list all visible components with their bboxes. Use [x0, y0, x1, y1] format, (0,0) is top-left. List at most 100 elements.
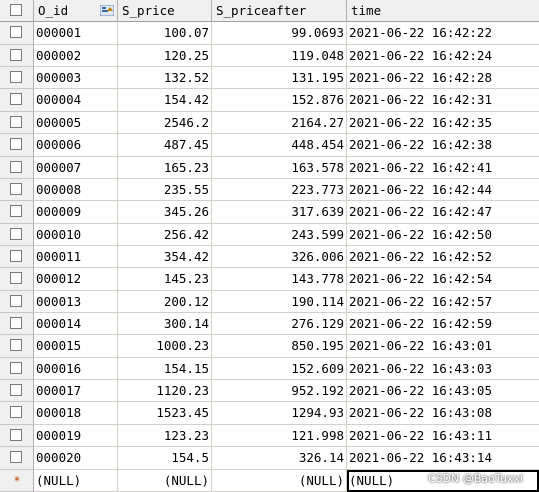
cell-s-price[interactable]: 300.14: [118, 313, 212, 336]
table-row[interactable]: 000002 120.25 119.048 2021-06-22 16:42:24: [0, 44, 539, 68]
cell-s-priceafter[interactable]: 190.114: [212, 290, 347, 314]
cell-o-id[interactable]: (NULL): [34, 469, 118, 492]
cell-s-price[interactable]: 235.55: [118, 178, 212, 202]
cell-s-priceafter[interactable]: 850.195: [212, 335, 347, 358]
row-checkbox[interactable]: [10, 160, 22, 173]
select-all-cell[interactable]: [0, 0, 34, 23]
cell-o-id[interactable]: 000014: [34, 313, 118, 336]
row-checkbox[interactable]: [10, 71, 22, 84]
table-row[interactable]: 000004 154.42 152.876 2021-06-22 16:42:31: [0, 89, 539, 112]
column-header-s-price[interactable]: S_price: [118, 0, 212, 23]
cell-s-price[interactable]: 123.23: [118, 424, 212, 448]
cell-time[interactable]: 2021-06-22 16:42:50: [347, 224, 539, 246]
table-row[interactable]: 000014 300.14 276.129 2021-06-22 16:42:59: [0, 313, 539, 336]
row-checkbox[interactable]: [10, 294, 22, 307]
new-row-selector[interactable]: *: [0, 469, 34, 492]
table-row[interactable]: 000006 487.45 448.454 2021-06-22 16:42:38: [0, 134, 539, 157]
row-selector[interactable]: [0, 156, 34, 179]
table-row[interactable]: 000011 354.42 326.006 2021-06-22 16:42:52: [0, 245, 539, 269]
row-selector[interactable]: [0, 357, 34, 381]
table-row[interactable]: 000007 165.23 163.578 2021-06-22 16:42:41: [0, 156, 539, 179]
table-row[interactable]: 000008 235.55 223.773 2021-06-22 16:42:44: [0, 178, 539, 202]
cell-s-price[interactable]: 1000.23: [118, 335, 212, 358]
cell-time[interactable]: 2021-06-22 16:42:59: [347, 313, 539, 336]
cell-o-id[interactable]: 000018: [34, 402, 118, 425]
row-selector[interactable]: [0, 134, 34, 157]
cell-time[interactable]: 2021-06-22 16:42:35: [347, 112, 539, 135]
row-checkbox[interactable]: [10, 182, 22, 195]
cell-s-priceafter[interactable]: (NULL): [212, 469, 347, 492]
cell-s-price[interactable]: 2546.2: [118, 111, 212, 135]
cell-o-id[interactable]: 000008: [34, 178, 118, 202]
cell-s-priceafter[interactable]: 152.876: [212, 89, 347, 112]
cell-time[interactable]: 2021-06-22 16:42:38: [347, 134, 539, 157]
cell-s-priceafter[interactable]: 152.609: [212, 357, 347, 381]
cell-s-price[interactable]: (NULL): [118, 469, 212, 492]
cell-time[interactable]: 2021-06-22 16:43:01: [347, 335, 539, 358]
table-row[interactable]: 000012 145.23 143.778 2021-06-22 16:42:54: [0, 268, 539, 291]
column-header-s-priceafter[interactable]: S_priceafter: [212, 0, 347, 23]
row-checkbox[interactable]: [10, 138, 22, 151]
cell-time[interactable]: 2021-06-22 16:43:14: [347, 447, 539, 470]
cell-s-priceafter[interactable]: 223.773: [212, 178, 347, 202]
row-selector[interactable]: [0, 201, 34, 224]
cell-time[interactable]: 2021-06-22 16:42:44: [347, 179, 539, 202]
row-selector[interactable]: [0, 402, 34, 425]
cell-s-priceafter[interactable]: 317.639: [212, 201, 347, 224]
table-row[interactable]: 000005 2546.2 2164.27 2021-06-22 16:42:35: [0, 111, 539, 135]
row-selector[interactable]: [0, 290, 34, 314]
cell-s-priceafter[interactable]: 2164.27: [212, 111, 347, 135]
cell-s-priceafter[interactable]: 143.778: [212, 268, 347, 291]
row-checkbox[interactable]: [10, 339, 22, 352]
row-selector[interactable]: [0, 89, 34, 112]
cell-s-priceafter[interactable]: 131.195: [212, 67, 347, 90]
cell-o-id[interactable]: 000020: [34, 447, 118, 470]
cell-s-priceafter[interactable]: 121.998: [212, 424, 347, 448]
cell-o-id[interactable]: 000011: [34, 245, 118, 269]
table-row[interactable]: 000018 1523.45 1294.93 2021-06-22 16:43:08: [0, 402, 539, 425]
column-header-time[interactable]: time: [347, 0, 539, 23]
cell-o-id[interactable]: 000013: [34, 290, 118, 314]
row-selector[interactable]: [0, 424, 34, 448]
cell-s-price[interactable]: 154.42: [118, 89, 212, 112]
column-header-o-id[interactable]: O_id: [34, 0, 118, 23]
cell-time[interactable]: 2021-06-22 16:42:41: [347, 157, 539, 179]
cell-time[interactable]: 2021-06-22 16:42:31: [347, 89, 539, 112]
row-selector[interactable]: [0, 313, 34, 336]
table-row[interactable]: 000003 132.52 131.195 2021-06-22 16:42:28: [0, 67, 539, 90]
cell-s-price[interactable]: 345.26: [118, 201, 212, 224]
cell-s-priceafter[interactable]: 448.454: [212, 134, 347, 157]
cell-o-id[interactable]: 000010: [34, 223, 118, 246]
cell-time[interactable]: 2021-06-22 16:43:03: [347, 358, 539, 381]
row-checkbox[interactable]: [10, 451, 22, 464]
primary-key-sort-icon[interactable]: [100, 5, 114, 16]
row-selector[interactable]: [0, 22, 34, 45]
cell-s-price[interactable]: 100.07: [118, 22, 212, 45]
table-row[interactable]: 000013 200.12 190.114 2021-06-22 16:42:57: [0, 290, 539, 314]
cell-s-priceafter[interactable]: 99.0693: [212, 22, 347, 45]
cell-s-priceafter[interactable]: 243.599: [212, 223, 347, 246]
cell-s-price[interactable]: 256.42: [118, 223, 212, 246]
row-selector[interactable]: [0, 335, 34, 358]
cell-time[interactable]: 2021-06-22 16:42:52: [347, 246, 539, 269]
cell-time[interactable]: 2021-06-22 16:42:28: [347, 67, 539, 90]
row-checkbox[interactable]: [10, 48, 22, 61]
row-checkbox[interactable]: [10, 227, 22, 240]
row-checkbox[interactable]: [10, 406, 22, 419]
row-checkbox[interactable]: [10, 115, 22, 128]
row-checkbox[interactable]: [10, 428, 22, 441]
cell-s-priceafter[interactable]: 326.14: [212, 447, 347, 470]
row-checkbox[interactable]: [10, 93, 22, 106]
row-selector[interactable]: [0, 223, 34, 246]
row-checkbox[interactable]: [10, 361, 22, 374]
row-selector[interactable]: [0, 178, 34, 202]
cell-s-price[interactable]: 1523.45: [118, 402, 212, 425]
cell-o-id[interactable]: 000002: [34, 44, 118, 68]
cell-o-id[interactable]: 000004: [34, 89, 118, 112]
cell-time[interactable]: 2021-06-22 16:42:24: [347, 45, 539, 68]
table-row[interactable]: 000001 100.07 99.0693 2021-06-22 16:42:22: [0, 22, 539, 45]
table-row[interactable]: 000016 154.15 152.609 2021-06-22 16:43:03: [0, 357, 539, 381]
cell-time[interactable]: 2021-06-22 16:43:08: [347, 402, 539, 425]
row-checkbox[interactable]: [10, 205, 22, 218]
cell-time[interactable]: 2021-06-22 16:43:05: [347, 380, 539, 403]
